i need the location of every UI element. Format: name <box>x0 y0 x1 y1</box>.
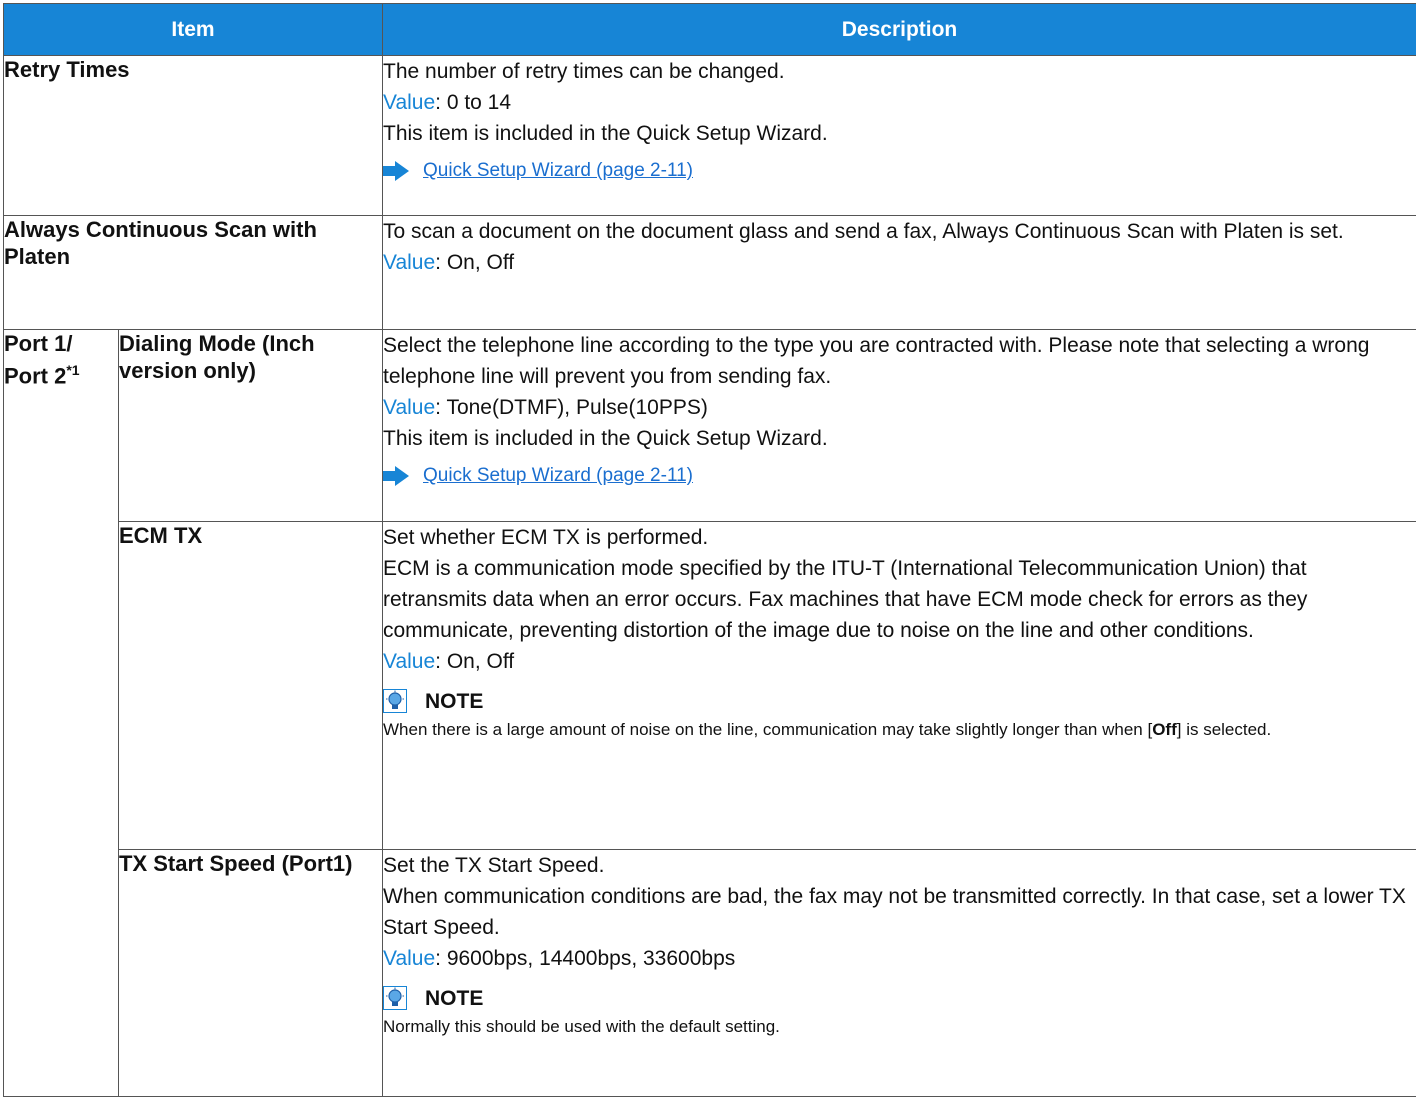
desc-continuous-scan: To scan a document on the document glass… <box>382 215 1416 330</box>
table-row-ecm-tx: ECM TX Set whether ECM TX is performed. … <box>4 521 1416 850</box>
value-line: Value: On, Off <box>383 247 1416 278</box>
settings-table: Item Description Retry Times The number … <box>3 3 1416 1097</box>
note-title: NOTE <box>425 689 484 713</box>
lightbulb-note-icon <box>383 986 407 1010</box>
link-row: Quick Setup Wizard (page 2-11) <box>383 155 1416 186</box>
table-header-row: Item Description <box>3 3 1416 56</box>
desc-text: The number of retry times can be changed… <box>383 60 785 83</box>
desc-text: When communication conditions are bad, t… <box>383 885 1406 939</box>
item-ecm-tx: ECM TX <box>118 521 383 850</box>
value-label: Value <box>383 650 436 673</box>
desc-ecm-tx: Set whether ECM TX is performed. ECM is … <box>382 521 1416 850</box>
desc-text: This item is included in the Quick Setup… <box>383 427 828 450</box>
desc-text: ECM is a communication mode specified by… <box>383 557 1308 642</box>
value-label: Value <box>383 396 436 419</box>
value-text: : Tone(DTMF), Pulse(10PPS) <box>435 396 708 419</box>
right-arrow-icon <box>383 465 409 486</box>
note-block: NOTE Normally this should be used with t… <box>383 982 1416 1040</box>
value-text: : On, Off <box>435 251 515 274</box>
note-text-part: When there is a large amount of noise on… <box>383 720 1153 739</box>
desc-text: To scan a document on the document glass… <box>383 220 1344 243</box>
quick-setup-wizard-link[interactable]: Quick Setup Wizard (page 2-11) <box>423 460 693 491</box>
value-label: Value <box>383 251 436 274</box>
note-bold-off: Off <box>1152 720 1177 739</box>
table-row-continuous-scan: Always Continuous Scan with Platen To sc… <box>3 215 1416 330</box>
header-item: Item <box>3 3 383 56</box>
desc-retry-times: The number of retry times can be changed… <box>382 55 1416 216</box>
note-text: Normally this should be used with the de… <box>383 1017 780 1036</box>
table-row-dialing-mode: Port 1/ Port 2*1 Dialing Mode (Inch vers… <box>3 329 1416 1097</box>
item-port: Port 1/ Port 2*1 <box>3 329 119 1097</box>
note-block: NOTE When there is a large amount of noi… <box>383 685 1416 743</box>
value-text: : On, Off <box>435 650 515 673</box>
item-dialing-mode: Dialing Mode (Inch version only) <box>118 329 383 522</box>
value-text: : 0 to 14 <box>435 91 512 114</box>
note-text: When there is a large amount of noise on… <box>383 717 1416 743</box>
desc-text: Select the telephone line according to t… <box>383 334 1370 388</box>
right-arrow-icon <box>383 160 409 181</box>
table-row-retry-times: Retry Times The number of retry times ca… <box>3 55 1416 216</box>
desc-text: Set the TX Start Speed. <box>383 854 605 877</box>
value-label: Value <box>383 91 436 114</box>
item-tx-start-speed: TX Start Speed (Port1) <box>118 849 383 1097</box>
quick-setup-wizard-link[interactable]: Quick Setup Wizard (page 2-11) <box>423 155 693 186</box>
note-title: NOTE <box>425 986 484 1010</box>
desc-text: Set whether ECM TX is performed. <box>383 526 709 549</box>
footnote-marker: *1 <box>66 362 80 378</box>
value-line: Value: On, Off <box>383 646 1416 677</box>
desc-dialing-mode: Select the telephone line according to t… <box>382 329 1416 522</box>
value-line: Value: Tone(DTMF), Pulse(10PPS) <box>383 392 1416 423</box>
table-row-tx-start-speed: TX Start Speed (Port1) Set the TX Start … <box>4 849 1416 1097</box>
note-text-part: ] is selected. <box>1176 720 1272 739</box>
value-label: Value <box>383 947 436 970</box>
value-text: : 9600bps, 14400bps, 33600bps <box>435 947 736 970</box>
note-header: NOTE <box>383 982 1416 1014</box>
link-row: Quick Setup Wizard (page 2-11) <box>383 460 1416 491</box>
lightbulb-note-icon <box>383 689 407 713</box>
value-line: Value: 0 to 14 <box>383 87 1416 118</box>
desc-text: This item is included in the Quick Setup… <box>383 122 828 145</box>
desc-tx-start-speed: Set the TX Start Speed. When communicati… <box>382 849 1416 1097</box>
header-description: Description <box>382 3 1416 56</box>
value-line: Value: 9600bps, 14400bps, 33600bps <box>383 943 1416 974</box>
note-header: NOTE <box>383 685 1416 717</box>
port-label: Port 1/ Port 2 <box>4 331 73 389</box>
item-retry-times: Retry Times <box>3 55 383 216</box>
item-continuous-scan: Always Continuous Scan with Platen <box>3 215 383 330</box>
